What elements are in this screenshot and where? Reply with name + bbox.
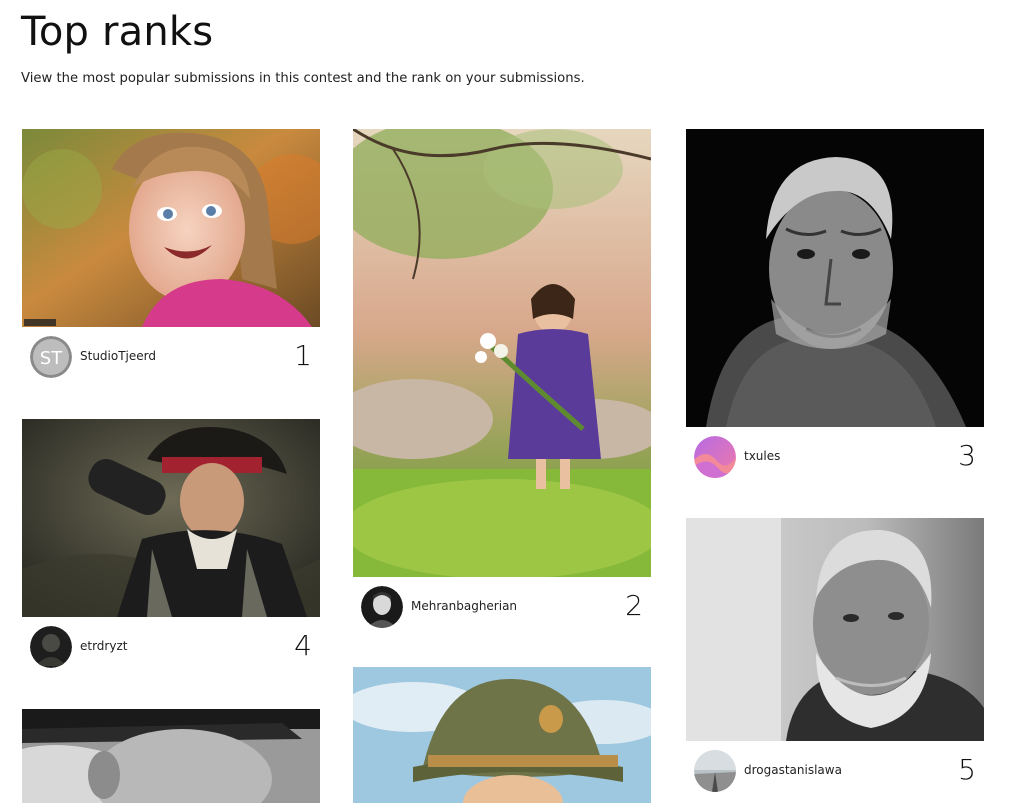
- rank-number: 2: [625, 589, 643, 622]
- top-ranks-page: Top ranks View the most popular submissi…: [0, 0, 1017, 803]
- submission-photo[interactable]: [22, 419, 320, 617]
- submission-card-rank-2[interactable]: Mehranbagherian 2: [353, 129, 651, 637]
- submission-photo[interactable]: [22, 709, 320, 803]
- page-subtitle: View the most popular submissions in thi…: [21, 71, 585, 86]
- rank-number: 1: [294, 339, 312, 372]
- username[interactable]: txules: [744, 447, 780, 465]
- rank-number: 5: [958, 753, 976, 786]
- user-avatar[interactable]: [30, 626, 72, 668]
- username[interactable]: drogastanislawa: [744, 761, 842, 779]
- submission-card-rank-3[interactable]: txules 3: [686, 129, 984, 487]
- user-avatar[interactable]: [361, 586, 403, 628]
- submission-card-rank-1[interactable]: ST StudioTjeerd 1: [22, 129, 320, 387]
- submission-card[interactable]: [353, 667, 651, 803]
- submission-footer: ST StudioTjeerd 1: [22, 327, 320, 387]
- submission-photo[interactable]: [353, 129, 651, 577]
- rank-number: 4: [294, 629, 312, 662]
- page-title: Top ranks: [21, 9, 214, 55]
- user-avatar[interactable]: [694, 750, 736, 792]
- avatar-initials: ST: [40, 348, 63, 369]
- submission-footer: drogastanislawa 5: [686, 741, 984, 801]
- submission-photo[interactable]: [22, 129, 320, 327]
- rank-number: 3: [958, 439, 976, 472]
- submission-footer: etrdryzt 4: [22, 617, 320, 677]
- user-avatar[interactable]: [694, 436, 736, 478]
- username[interactable]: Mehranbagherian: [411, 597, 517, 615]
- submission-card-rank-5[interactable]: drogastanislawa 5: [686, 518, 984, 801]
- submission-card-rank-4[interactable]: etrdryzt 4: [22, 419, 320, 677]
- username[interactable]: etrdryzt: [80, 637, 127, 655]
- submission-photo[interactable]: [353, 667, 651, 803]
- username[interactable]: StudioTjeerd: [80, 347, 156, 365]
- submission-photo[interactable]: [686, 518, 984, 741]
- user-avatar[interactable]: ST: [30, 336, 72, 378]
- submission-footer: txules 3: [686, 427, 984, 487]
- submission-footer: Mehranbagherian 2: [353, 577, 651, 637]
- submission-photo[interactable]: [686, 129, 984, 427]
- submission-card[interactable]: [22, 709, 320, 803]
